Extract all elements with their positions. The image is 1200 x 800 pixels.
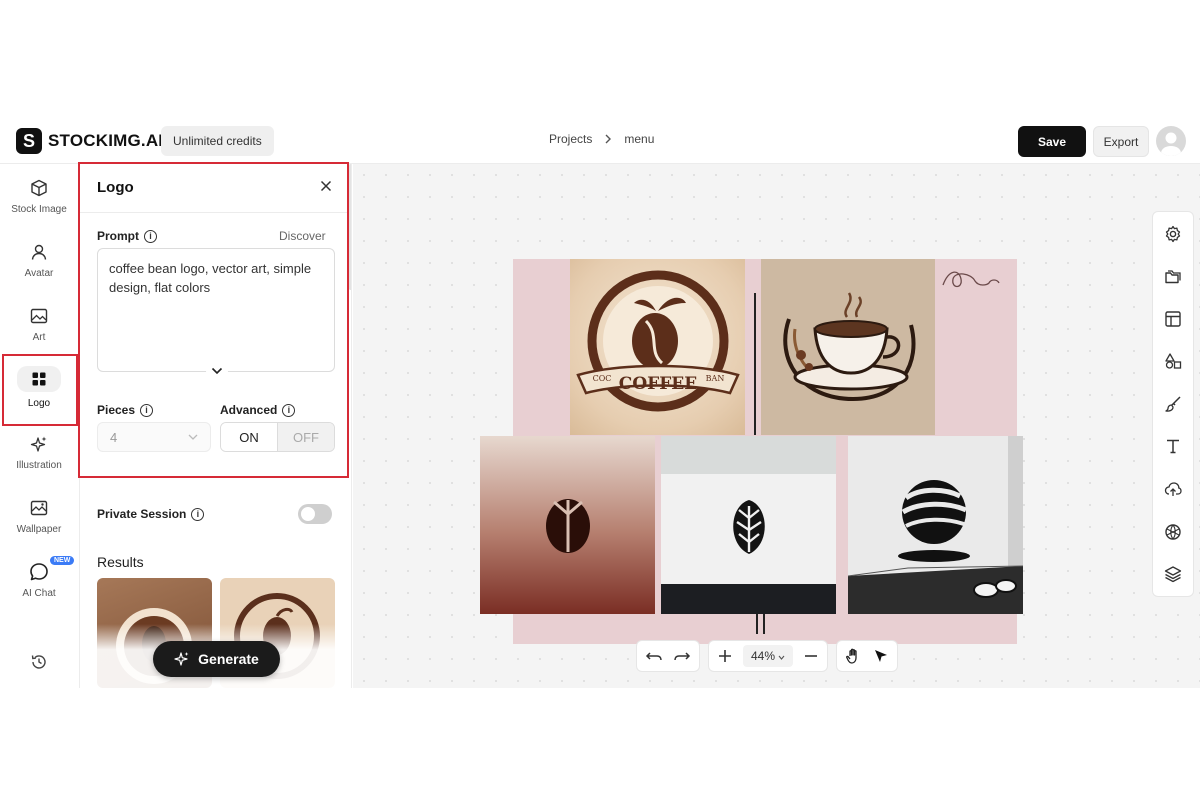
logo-tile-red-bean[interactable]: [480, 436, 655, 614]
breadcrumb-projects[interactable]: Projects: [549, 132, 592, 146]
brand-name: STOCKIMG.AI: [48, 131, 164, 150]
layout-tool[interactable]: [1163, 309, 1183, 329]
settings-tool[interactable]: [1163, 224, 1183, 244]
app-window: S STOCKIMG.AI Unlimited credits Projects…: [0, 118, 1200, 688]
cloud-upload-icon: [1164, 482, 1182, 496]
avatar-person-icon: [1161, 132, 1181, 156]
history-icon: [29, 652, 49, 672]
rail-item-label: Wallpaper: [16, 524, 62, 535]
shapes-tool[interactable]: [1163, 351, 1183, 371]
brush-icon: [1165, 396, 1181, 412]
logo-tile-coffee-badge[interactable]: COFFEE COC BAN: [570, 259, 745, 435]
export-button[interactable]: Export: [1093, 126, 1149, 157]
logo-tile-striped-sphere[interactable]: [848, 436, 1023, 614]
history-group: [636, 640, 700, 672]
panel-highlight: [78, 162, 349, 478]
decorative-swirl: [942, 271, 1000, 288]
rail-item-wallpaper[interactable]: Wallpaper: [0, 484, 78, 544]
rail-item-label: AI Chat: [22, 588, 56, 599]
redo-icon[interactable]: [673, 649, 691, 663]
gear-icon: [1165, 225, 1181, 243]
right-toolbar: [1152, 211, 1194, 597]
results-heading: Results: [97, 554, 144, 570]
folder-icon: [1165, 270, 1181, 284]
panel-scrollbar[interactable]: [349, 164, 351, 290]
coffee-right-word: BAN: [706, 374, 725, 383]
private-session-switch[interactable]: [298, 504, 332, 524]
zoom-value: 44%: [751, 649, 776, 663]
rail-item-stock-image[interactable]: Stock Image: [0, 164, 78, 224]
globe-icon: [1165, 524, 1181, 540]
rail-item-label: Illustration: [16, 460, 62, 471]
sparkle-icon: [174, 652, 189, 666]
red-bean-image: [546, 499, 590, 553]
brush-tool[interactable]: [1163, 394, 1183, 414]
rail-item-label: Art: [32, 332, 46, 343]
pointer-icon[interactable]: [873, 648, 889, 664]
guide-line: [756, 614, 758, 634]
breadcrumb: Projects menu: [549, 132, 654, 146]
sticker-tool[interactable]: [1163, 522, 1183, 542]
chevron-down-icon: [778, 655, 785, 660]
tool-rail: Stock Image Avatar Art Logo Illustration…: [0, 164, 80, 688]
zoom-level[interactable]: 44%: [743, 645, 794, 667]
wallpaper-icon: [29, 498, 49, 518]
layers-tool[interactable]: [1163, 564, 1183, 584]
shapes-icon: [1165, 353, 1182, 369]
text-tool[interactable]: [1163, 436, 1183, 456]
upload-tool[interactable]: [1163, 479, 1183, 499]
rail-logo-highlight: [2, 354, 78, 426]
generate-label: Generate: [198, 651, 259, 667]
coffee-left-word: COC: [593, 374, 612, 383]
guide-line: [763, 614, 765, 634]
striped-sphere-image: [848, 436, 1023, 614]
cursor-group: [836, 640, 899, 672]
zoom-group: 44%: [708, 640, 829, 672]
logo-tile-leaf-mark[interactable]: [661, 436, 836, 614]
text-icon: [1167, 439, 1179, 454]
rail-item-illustration[interactable]: Illustration: [0, 420, 78, 480]
image-icon: [29, 306, 49, 326]
chevron-right-icon: [605, 134, 612, 144]
leaf-mark-image: [661, 436, 836, 614]
folder-tool[interactable]: [1163, 267, 1183, 287]
private-session-text: Private Session: [97, 507, 187, 521]
new-badge: NEW: [50, 556, 75, 565]
zoom-toolbar: 44%: [636, 640, 899, 672]
private-session-label: Private Session i: [97, 507, 205, 521]
coffee-cup-image: [783, 292, 916, 402]
coffee-word: COFFEE: [619, 374, 697, 394]
sparkle-icon: [29, 434, 49, 454]
artboard[interactable]: COFFEE COC BAN: [480, 259, 1023, 644]
save-button[interactable]: Save: [1018, 126, 1086, 157]
rail-item-art[interactable]: Art: [0, 292, 78, 352]
layers-icon: [1164, 566, 1182, 583]
hand-icon[interactable]: [845, 647, 863, 665]
credits-badge[interactable]: Unlimited credits: [161, 126, 274, 156]
info-icon[interactable]: i: [191, 507, 205, 521]
user-avatar[interactable]: [1156, 126, 1186, 156]
history-button[interactable]: [0, 638, 78, 698]
layout-icon: [1165, 311, 1181, 327]
zoom-out-icon[interactable]: [803, 648, 819, 664]
rail-item-label: Avatar: [24, 268, 54, 279]
cube-icon: [29, 178, 49, 198]
zoom-in-icon[interactable]: [717, 648, 733, 664]
rail-item-avatar[interactable]: Avatar: [0, 228, 78, 288]
guide-line: [754, 293, 756, 435]
generate-button[interactable]: Generate: [153, 641, 280, 677]
brand-logo-icon: S: [16, 128, 42, 154]
rail-item-label: Stock Image: [11, 204, 67, 215]
rail-item-ai-chat[interactable]: AI Chat NEW: [0, 548, 78, 608]
top-bar: S STOCKIMG.AI Unlimited credits Projects…: [0, 118, 1200, 164]
person-icon: [29, 242, 49, 262]
coffee-badge-image: COFFEE COC BAN: [576, 270, 740, 412]
chat-icon: [29, 562, 49, 582]
undo-icon[interactable]: [645, 649, 663, 663]
logo-tile-coffee-cup[interactable]: [761, 259, 935, 435]
design-canvas[interactable]: COFFEE COC BAN 44%: [353, 164, 1200, 688]
brand[interactable]: S STOCKIMG.AI: [16, 128, 163, 154]
breadcrumb-current[interactable]: menu: [624, 132, 654, 146]
